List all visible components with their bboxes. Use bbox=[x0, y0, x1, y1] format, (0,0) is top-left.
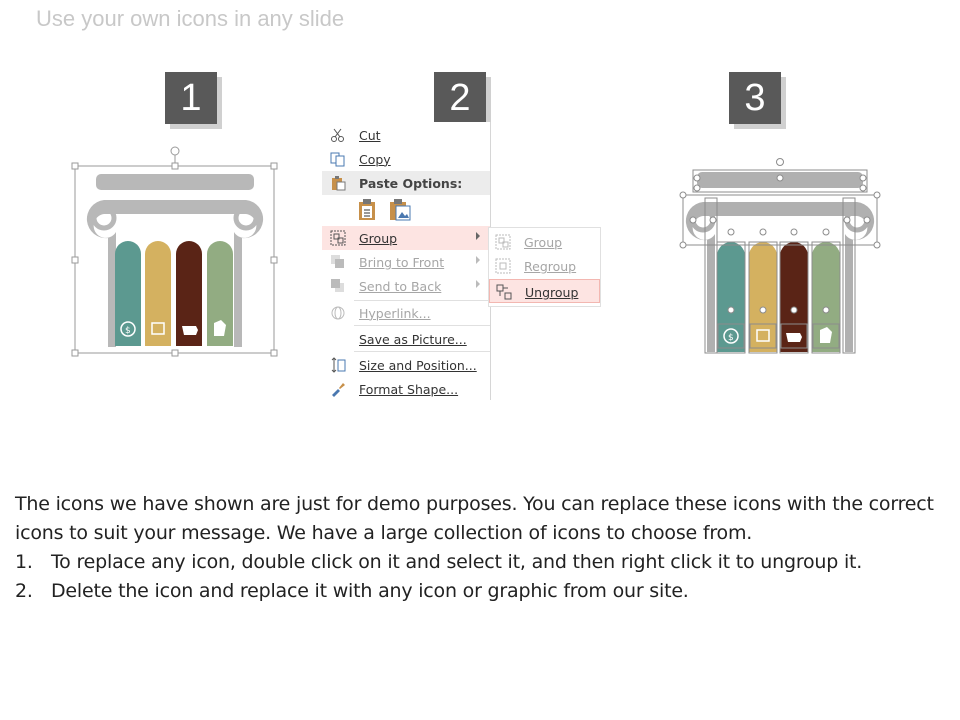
step-number: 2. bbox=[15, 580, 33, 602]
menu-separator bbox=[354, 325, 490, 326]
submenu-arrow-icon bbox=[476, 280, 480, 288]
copy-icon bbox=[330, 152, 345, 167]
rotate-handle-icon[interactable] bbox=[776, 158, 784, 166]
menu-item-label: Bring to Front bbox=[359, 255, 445, 270]
instruction-step-2: 2. Delete the icon and replace it with a… bbox=[15, 577, 935, 606]
menu-item-label: Hyperlink... bbox=[359, 306, 431, 321]
submenu-arrow-icon bbox=[476, 256, 480, 264]
step-number: 1. bbox=[15, 551, 33, 573]
instruction-step-1: 1. To replace any icon, double click on … bbox=[15, 548, 935, 577]
pillar-graphic-ungrouped[interactable]: $ bbox=[675, 150, 885, 360]
menu-item-label: Group bbox=[359, 231, 398, 246]
group-submenu: Group Regroup Ungroup bbox=[488, 227, 601, 307]
send-back-icon bbox=[331, 279, 344, 292]
step-badge-1: 1 bbox=[165, 72, 217, 124]
capital-top bbox=[96, 174, 254, 190]
menu-item-hyperlink[interactable]: Hyperlink... bbox=[322, 301, 490, 325]
svg-text:$: $ bbox=[728, 333, 734, 343]
submenu-arrow-icon bbox=[476, 232, 480, 240]
rotate-handle-icon[interactable] bbox=[170, 146, 180, 156]
slide-title: Use your own icons in any slide bbox=[36, 6, 345, 31]
intro-paragraph: The icons we have shown are just for dem… bbox=[15, 493, 934, 544]
piggy-bank-icon bbox=[182, 326, 198, 335]
menu-item-group[interactable]: Group bbox=[322, 226, 490, 250]
size-position-icon bbox=[331, 357, 346, 373]
paste-clipboard-icon bbox=[359, 199, 375, 220]
menu-item-size-and-position[interactable]: Size and Position... bbox=[322, 353, 490, 377]
svg-text:$: $ bbox=[125, 326, 131, 336]
menu-item-label: Cut bbox=[359, 128, 381, 143]
pillar-graphic-grouped[interactable]: $ bbox=[70, 142, 282, 360]
scissors-icon bbox=[331, 128, 344, 142]
ungroup-icon bbox=[496, 284, 512, 300]
menu-item-label: Send to Back bbox=[359, 279, 442, 294]
menu-item-send-to-back[interactable]: Send to Back bbox=[322, 274, 490, 298]
menu-item-save-as-picture[interactable]: Save as Picture... bbox=[322, 327, 490, 351]
column-gold bbox=[145, 241, 171, 346]
column-gold bbox=[749, 242, 777, 352]
paste-picture-icon bbox=[390, 199, 411, 221]
menu-item-label: Copy bbox=[359, 152, 391, 167]
paste-picture-button[interactable] bbox=[388, 198, 412, 222]
menu-item-copy[interactable]: Copy bbox=[322, 147, 490, 171]
clipboard-icon bbox=[332, 176, 346, 191]
submenu-item-regroup[interactable]: Regroup bbox=[489, 254, 600, 278]
step-badge-2: 2 bbox=[434, 72, 486, 124]
piggy-bank-icon bbox=[786, 333, 802, 342]
submenu-item-label: Regroup bbox=[524, 259, 577, 274]
submenu-item-group[interactable]: Group bbox=[489, 230, 600, 254]
group-icon bbox=[495, 234, 511, 250]
menu-item-cut[interactable]: Cut bbox=[322, 123, 490, 147]
step-text: Delete the icon and replace it with any … bbox=[51, 580, 689, 602]
menu-header-label: Paste Options: bbox=[359, 176, 463, 191]
step-text: To replace any icon, double click on it … bbox=[51, 551, 863, 573]
submenu-item-ungroup[interactable]: Ungroup bbox=[489, 279, 600, 303]
menu-item-format-shape[interactable]: Format Shape... bbox=[322, 377, 490, 401]
link-icon bbox=[331, 306, 345, 320]
context-menu: Cut Copy Paste Options: Group Bring to F… bbox=[322, 122, 491, 400]
menu-item-label: Format Shape... bbox=[359, 382, 459, 397]
submenu-item-label: Group bbox=[524, 235, 563, 250]
regroup-icon bbox=[495, 258, 511, 274]
menu-header-paste-options: Paste Options: bbox=[322, 171, 490, 195]
paste-keep-formatting-button[interactable] bbox=[357, 198, 379, 222]
menu-item-label: Save as Picture... bbox=[359, 332, 467, 347]
menu-separator bbox=[354, 351, 490, 352]
group-icon bbox=[330, 230, 346, 246]
menu-item-bring-to-front[interactable]: Bring to Front bbox=[322, 250, 490, 274]
format-shape-icon bbox=[332, 383, 345, 397]
menu-item-label: Size and Position... bbox=[359, 358, 477, 373]
bring-front-icon bbox=[331, 255, 344, 268]
instructions-text: The icons we have shown are just for dem… bbox=[15, 490, 935, 606]
submenu-item-label: Ungroup bbox=[525, 285, 579, 300]
step-badge-3: 3 bbox=[729, 72, 781, 124]
